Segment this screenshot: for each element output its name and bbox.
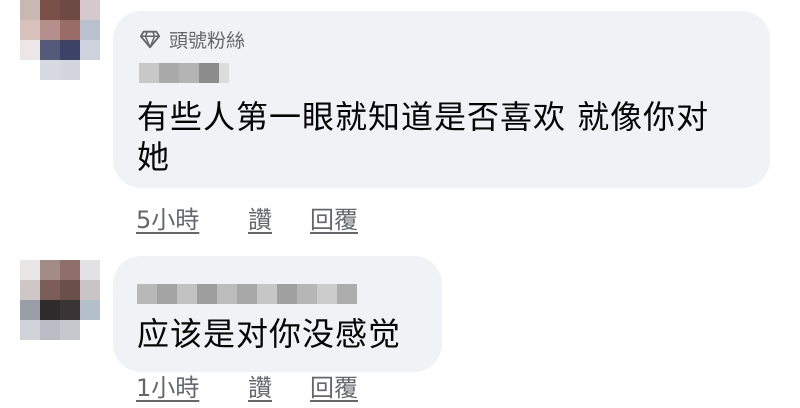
comment-text-line-1: 有些人第一眼就知道是否喜欢 就像你对 xyxy=(137,98,710,136)
commenter-name-blurred[interactable] xyxy=(137,284,357,304)
timestamp-link[interactable]: 5小時 xyxy=(136,200,199,235)
comment-actions: 1小時 讚 回覆 xyxy=(136,368,536,402)
reply-link[interactable]: 回覆 xyxy=(310,368,358,403)
like-link[interactable]: 讚 xyxy=(248,368,272,403)
comment-text-line-2: 她 xyxy=(137,138,171,176)
avatar[interactable] xyxy=(20,260,100,340)
avatar[interactable] xyxy=(20,0,100,80)
comment-actions: 5小時 讚 回覆 xyxy=(136,200,536,234)
comment-text: 应该是对你没感觉 xyxy=(137,314,401,354)
diamond-icon xyxy=(139,30,161,49)
comment-text-line-1: 应该是对你没感觉 xyxy=(137,315,402,353)
comment-bubble: 应该是对你没感觉 xyxy=(113,256,442,372)
timestamp-link[interactable]: 1小時 xyxy=(136,368,199,403)
reply-link[interactable]: 回覆 xyxy=(310,200,358,235)
comment-1: 頭號粉絲 有些人第一眼就知道是否喜欢 就像你对 她 5小時 讚 回覆 xyxy=(0,0,800,240)
top-fan-badge: 頭號粉絲 xyxy=(139,27,246,52)
comment-text: 有些人第一眼就知道是否喜欢 就像你对 她 xyxy=(137,97,709,177)
comment-bubble: 頭號粉絲 有些人第一眼就知道是否喜欢 就像你对 她 xyxy=(113,11,770,188)
badge-label: 頭號粉絲 xyxy=(169,29,246,52)
commenter-name-blurred[interactable] xyxy=(139,63,229,83)
comment-2: 应该是对你没感觉 1小時 讚 回覆 xyxy=(0,240,800,408)
like-link[interactable]: 讚 xyxy=(248,200,272,235)
